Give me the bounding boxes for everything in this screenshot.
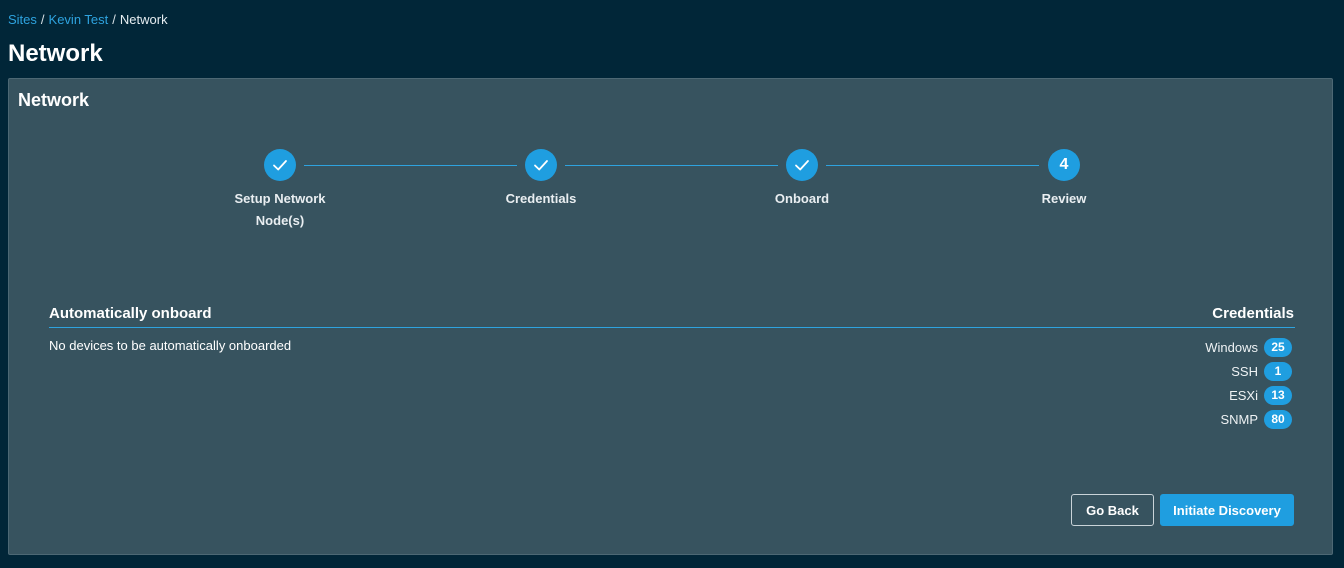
breadcrumb-link-sites[interactable]: Sites xyxy=(8,12,37,27)
stepper-connector xyxy=(304,165,517,166)
panel-title: Network xyxy=(18,90,90,110)
credential-count-badge: 80 xyxy=(1264,410,1292,429)
step-label-review: Review xyxy=(1041,191,1087,206)
credential-row-snmp: SNMP 80 xyxy=(1220,410,1292,429)
step-2-indicator xyxy=(525,149,557,181)
check-icon xyxy=(273,160,287,171)
step-label-credentials: Credentials xyxy=(505,191,577,206)
initiate-discovery-button[interactable]: Initiate Discovery xyxy=(1160,494,1294,526)
credential-row-esxi: ESXi 13 xyxy=(1229,386,1292,405)
breadcrumb: Sites / Kevin Test / Network xyxy=(8,12,168,28)
credential-count-badge: 13 xyxy=(1264,386,1292,405)
credential-label: ESXi xyxy=(1229,388,1258,403)
credential-count-badge: 1 xyxy=(1264,362,1292,381)
step-label-onboard: Onboard xyxy=(774,191,830,206)
breadcrumb-link-kevin-test[interactable]: Kevin Test xyxy=(49,12,109,27)
breadcrumb-separator: / xyxy=(112,12,116,27)
credential-row-windows: Windows 25 xyxy=(1205,338,1292,357)
step-1-indicator xyxy=(264,149,296,181)
auto-onboard-heading: Automatically onboard xyxy=(49,305,212,322)
step-4-indicator: 4 xyxy=(1048,149,1080,181)
stepper-connector xyxy=(826,165,1039,166)
network-panel: Network 4 Setup Network Node(s) Credenti… xyxy=(8,78,1333,555)
credentials-heading: Credentials xyxy=(1212,305,1294,322)
page-title: Network xyxy=(8,40,103,67)
credential-label: SNMP xyxy=(1220,412,1258,427)
breadcrumb-separator: / xyxy=(40,12,45,27)
credential-label: SSH xyxy=(1231,364,1258,379)
breadcrumb-current: Network xyxy=(119,12,168,27)
section-divider xyxy=(49,327,1295,328)
credential-label: Windows xyxy=(1205,340,1258,355)
auto-onboard-empty-message: No devices to be automatically onboarded xyxy=(49,338,292,353)
check-icon xyxy=(534,160,548,171)
credential-row-ssh: SSH 1 xyxy=(1231,362,1292,381)
check-icon xyxy=(795,160,809,171)
credential-count-badge: 25 xyxy=(1264,338,1292,357)
step-label-setup-network-nodes: Setup Network Node(s) xyxy=(234,191,326,228)
go-back-button[interactable]: Go Back xyxy=(1071,494,1154,526)
credentials-summary: Windows 25 SSH 1 ESXi 13 SNMP 80 xyxy=(1205,338,1292,429)
step-3-indicator xyxy=(786,149,818,181)
stepper-connector xyxy=(565,165,778,166)
